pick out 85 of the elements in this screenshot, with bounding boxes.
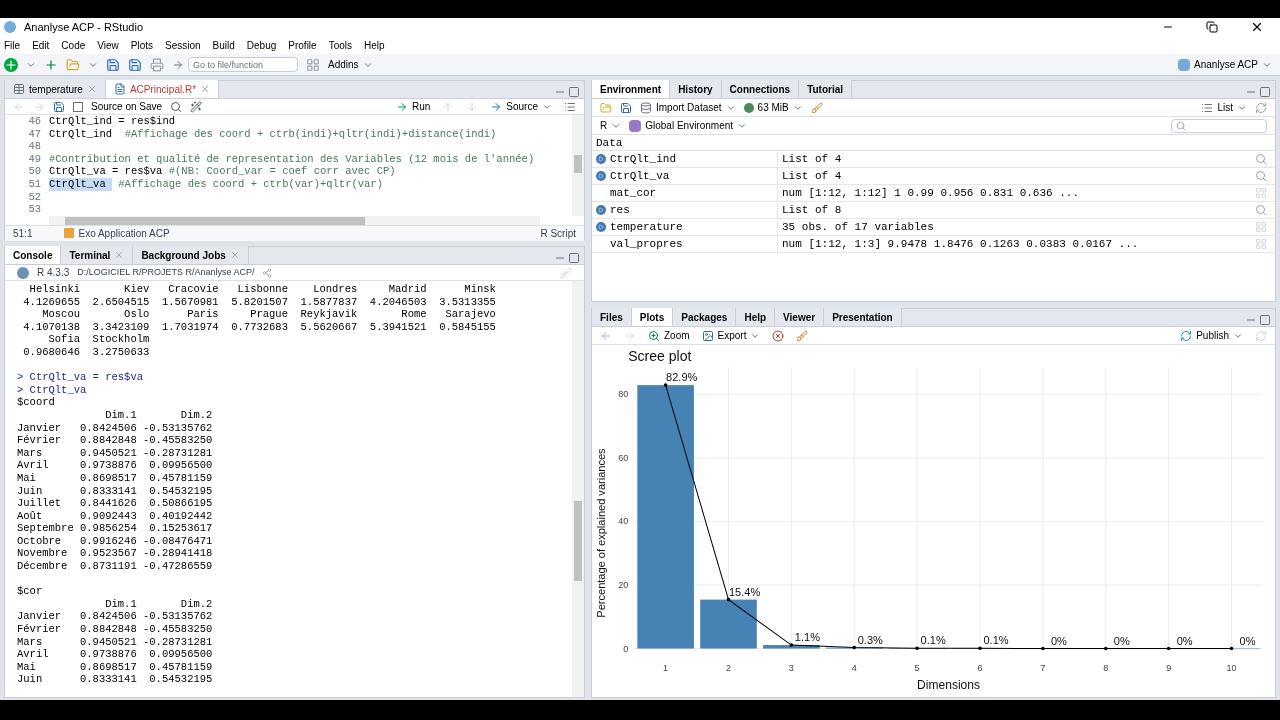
x-tick-label: 8 — [1103, 662, 1109, 673]
line-number: 46 — [28, 115, 41, 128]
console-output-text: Février 0.8842848 -0.45583250 — [17, 434, 213, 447]
console-output-text: Mars 0.9450521 -0.28731281 — [17, 446, 213, 460]
console-output-text: $cor — [17, 585, 43, 598]
y-tick-label: 40 — [618, 516, 629, 527]
console-output-text: Juin 0.8333141 0.54532195 — [17, 673, 213, 686]
window-title: Ananlyse ACP - RStudio — [24, 19, 144, 35]
console-output-text: Dim.1 Dim.2 — [104, 597, 213, 611]
console-output-text: Juillet 0.8441626 0.50866195 — [17, 497, 213, 510]
code-text: CtrQlt_ind — [49, 127, 113, 141]
variable-value: List of 4 — [781, 168, 843, 184]
chart-title: Scree plot — [628, 348, 692, 365]
line-number: 50 — [28, 165, 41, 178]
variable-value: List of 8 — [781, 202, 843, 218]
y-axis-label: Percentage of explained variances — [595, 448, 608, 618]
console-output-text: Avril 0.9738876 0.09956500 — [17, 648, 213, 661]
y-tick-label: 20 — [618, 580, 629, 590]
working-directory: D:/LOGICIEL R/PROJETS R/Ananlyse ACP/ — [77, 265, 255, 279]
variable-value: num [1:12, 1:3] 9.9478 1.8476 0.1263 0.0383 0.0167 ... — [781, 236, 1140, 252]
variable-value: List of 4 — [781, 151, 843, 167]
code-text: CtrQlt_ind = res$ind — [49, 115, 176, 128]
section-header: Data — [592, 135, 1275, 151]
code-comment: #Contribution et qualité de representation des Variables (12 mois de l'année) — [49, 152, 535, 166]
line-number: 48 — [28, 140, 41, 153]
console-output-text: Mai 0.8698517 0.45781159 — [17, 471, 213, 485]
console-output-text: Mars 0.9450521 -0.28731281 — [17, 635, 213, 649]
console-output-text: Sofia Stockholm — [47, 333, 150, 346]
console-output-text: Décembre 0.8731191 -0.47286559 — [17, 560, 213, 573]
console-output-text: Avril 0.9738876 0.09956500 — [17, 459, 213, 472]
x-tick-label: 3 — [788, 662, 794, 673]
x-tick-label: 6 — [977, 662, 983, 673]
code-comment: #Affichage des coord + ctrb(indi)+qltr(indi)+distance(indi) — [124, 127, 497, 141]
console-output-text: Dim.1 Dim.2 — [104, 408, 213, 422]
value-label: 0.1% — [920, 634, 946, 647]
console-output-text: Novembre 0.9523567 -0.28941418 — [17, 547, 213, 561]
x-tick-label: 2 — [726, 662, 731, 673]
x-tick-label: 5 — [914, 662, 920, 673]
x-tick-label: 7 — [1040, 662, 1046, 673]
value-label: 0% — [1113, 634, 1130, 647]
code-comment: #(NB: Coord_var = coef corr avec CP) — [168, 165, 396, 178]
line-number: 53 — [28, 203, 41, 216]
y-tick-label: 80 — [618, 389, 629, 400]
x-tick-label: 4 — [851, 662, 857, 673]
cursor-position: 51:1 — [13, 226, 33, 241]
line-number: 52 — [28, 190, 41, 204]
y-tick-label: 0 — [623, 643, 629, 654]
variable-value: 35 obs. of 17 variables — [781, 219, 935, 235]
console-output-text: Septembre 0.9856254 0.15253617 — [17, 522, 213, 535]
x-tick-label: 1 — [663, 662, 669, 673]
x-tick-label: 9 — [1166, 662, 1172, 673]
line-number: 51 — [28, 177, 41, 191]
console-output-text: Octobre 0.9916246 -0.08476471 — [17, 534, 213, 548]
code-text: CtrQlt_va — [49, 177, 112, 191]
value-label: 0.1% — [983, 634, 1009, 647]
console-command-text: > CtrQlt_va — [17, 383, 87, 397]
console-output-text: Moscou Oslo Paris Prague Reykjavik Rome Sarajevo — [41, 308, 496, 321]
value-label: 0% — [1176, 634, 1193, 647]
code-text: CtrQlt_va = res$va — [49, 165, 164, 178]
line-number: 49 — [28, 152, 41, 166]
console-output-text: 4.1269655 2.6504515 1.5670981 5.8201507 1.5877837 4.2046503 3.5313355 — [22, 295, 496, 309]
code-comment: #Affichage des coord + ctrb(var)+qltr(var) — [117, 177, 383, 191]
variable-value: num [1:12, 1:12] 1 0.99 0.956 0.831 0.636 ... — [781, 185, 1081, 201]
x-axis-label: Dimensions — [917, 677, 981, 692]
value-label: 15.4% — [728, 585, 761, 598]
value-label: 82.9% — [666, 371, 698, 384]
r-version: R 4.3.3 — [37, 266, 70, 280]
console-output-text: Helsinki Kiev Cracovie Lisbonne Londres Madrid Minsk — [28, 283, 496, 296]
console-output-text: Janvier 0.8424506 -0.53135762 — [17, 610, 213, 624]
console-output-text: 4.1070138 3.3423109 1.7031974 0.7732683 5.5620667 5.3941521 0.5845155 — [22, 320, 496, 334]
line-number: 47 — [28, 127, 41, 141]
x-tick-label: 10 — [1226, 662, 1237, 673]
value-label: 0% — [1050, 634, 1067, 647]
console-output-text: Août 0.9092443 0.40192442 — [17, 509, 213, 523]
value-label: 0% — [1239, 634, 1256, 647]
value-label: 1.1% — [794, 631, 820, 644]
console-output-text: 0.9680646 3.2750633 — [22, 345, 150, 359]
console-output-text: $coord — [17, 396, 55, 409]
console-command-text: > CtrQlt_va = res$va — [17, 371, 144, 384]
value-label: 0.3% — [857, 633, 883, 646]
console-output-text: Janvier 0.8424506 -0.53135762 — [17, 421, 213, 435]
console-output-text: Mai 0.8698517 0.45781159 — [17, 660, 213, 674]
console-output-text: Juin 0.8333141 0.54532195 — [17, 484, 213, 498]
console-output-text: Février 0.8842848 -0.45583250 — [17, 623, 213, 636]
y-tick-label: 60 — [618, 452, 629, 463]
